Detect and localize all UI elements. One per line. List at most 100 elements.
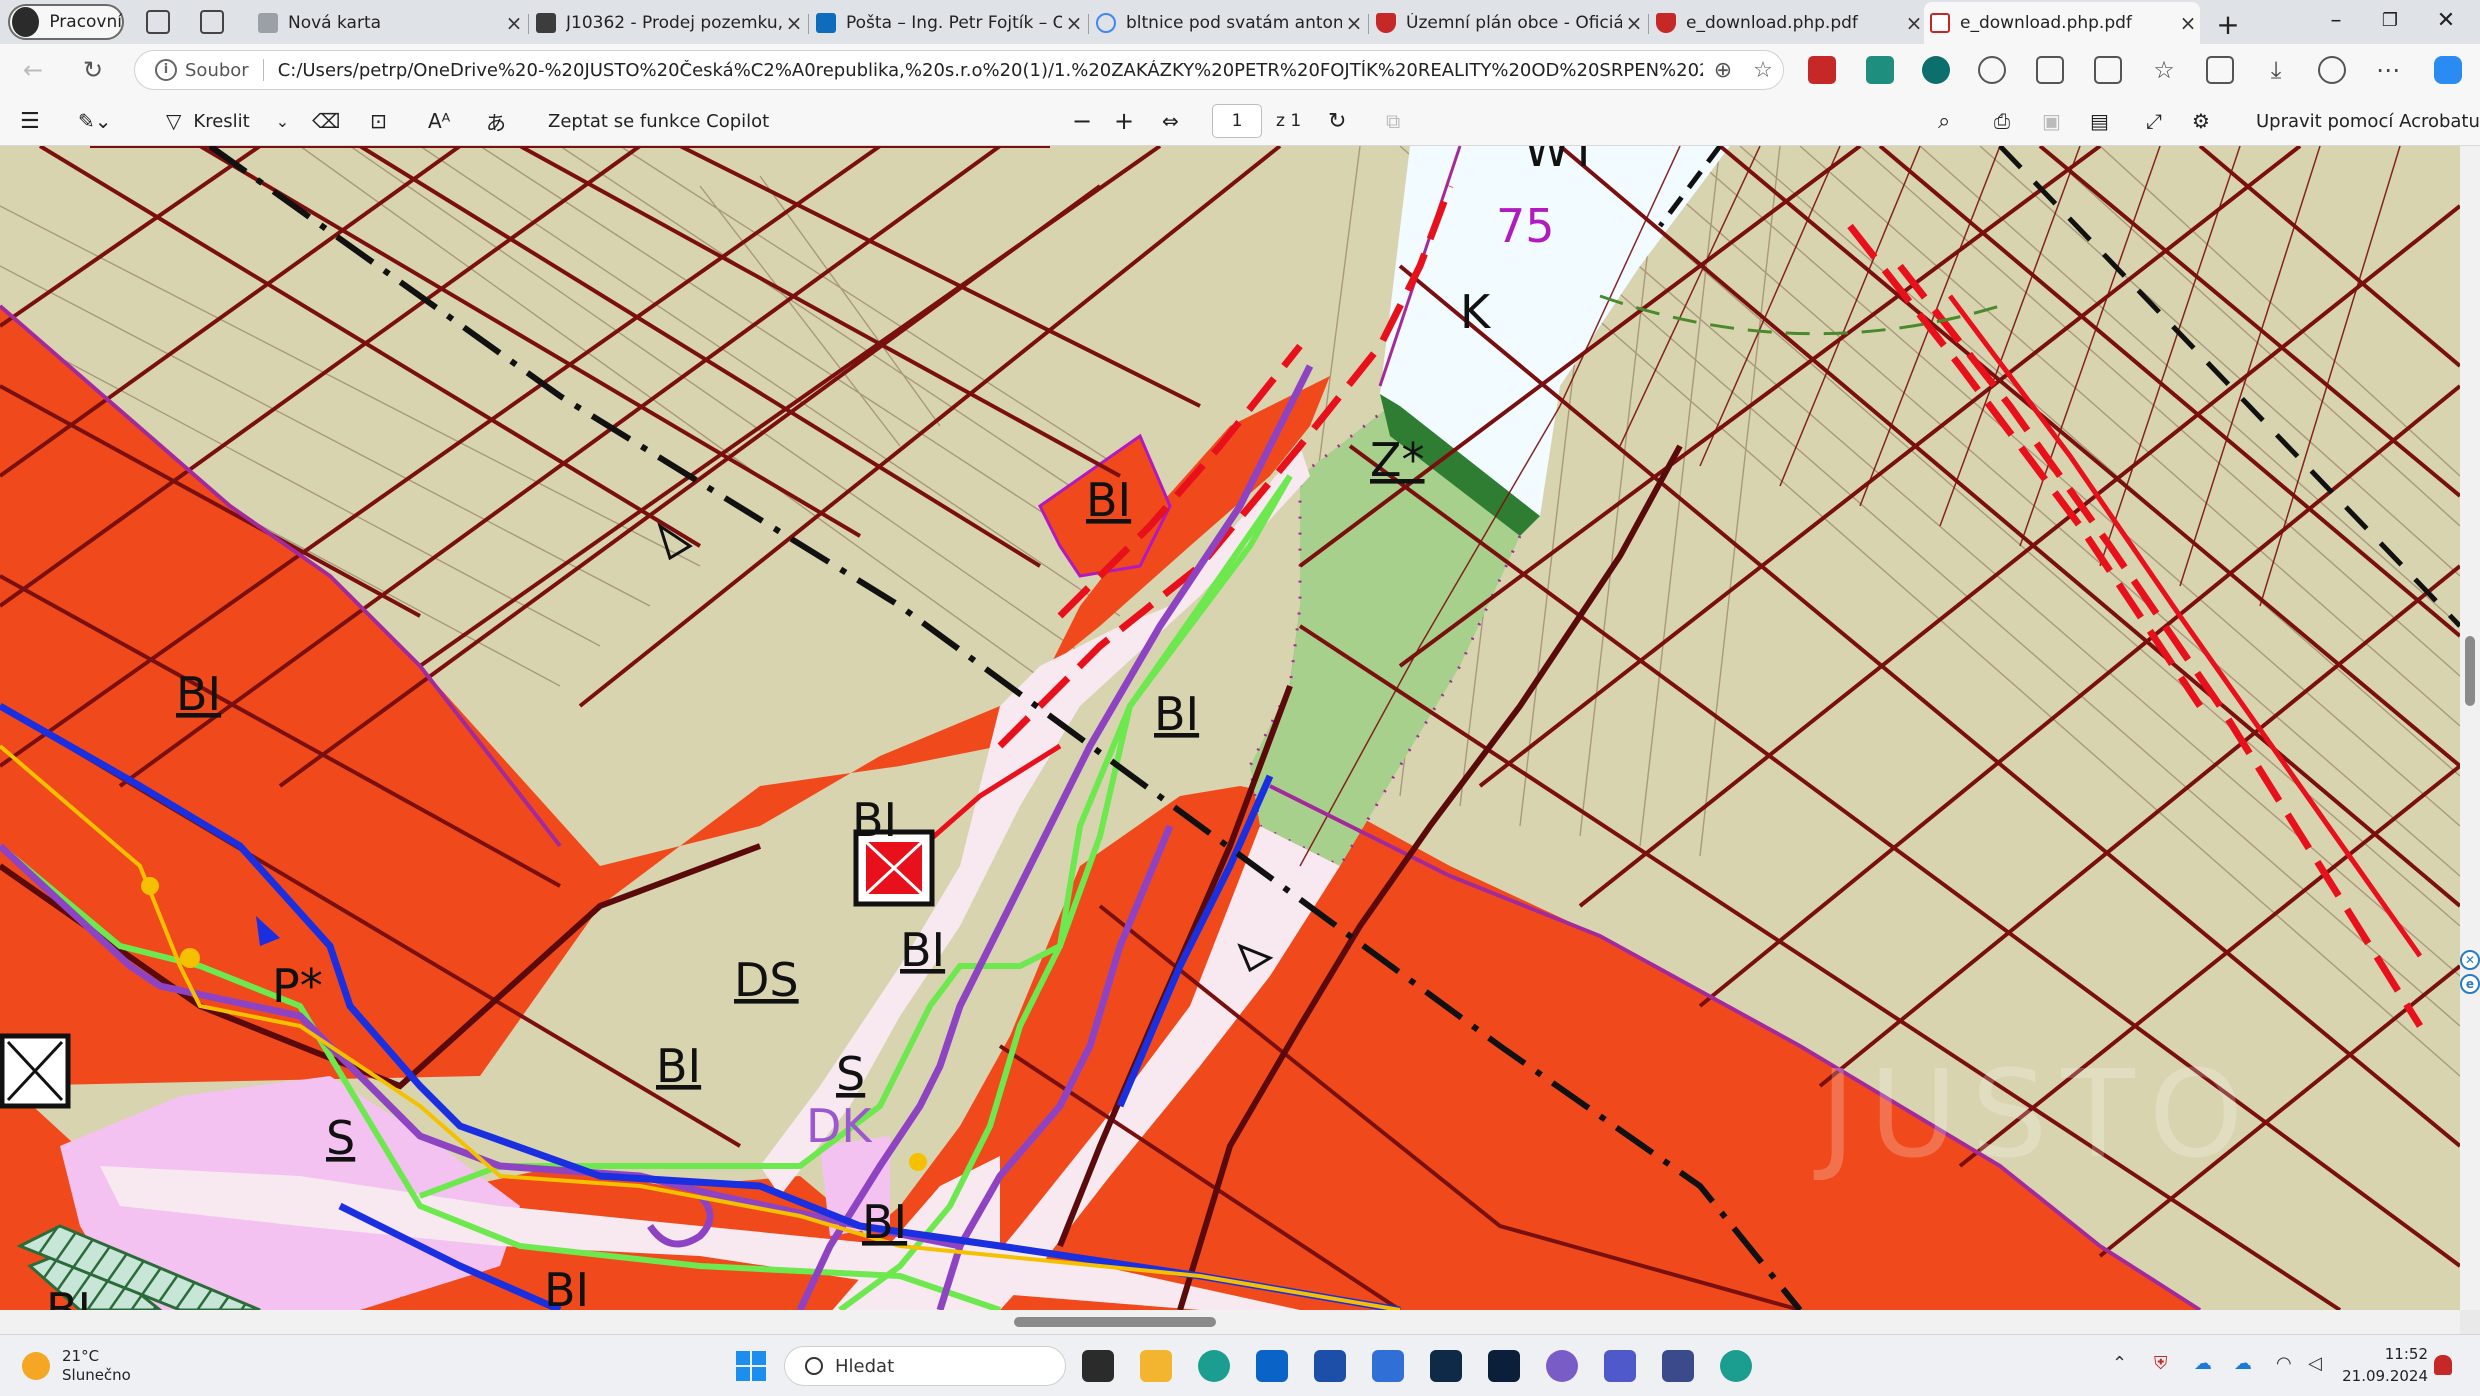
extension-icon[interactable] bbox=[1978, 56, 2006, 84]
scroll-thumb[interactable] bbox=[2465, 636, 2475, 706]
fit-page-icon[interactable]: ⇔ bbox=[1162, 108, 1179, 134]
zoom-in-button[interactable]: + bbox=[1114, 107, 1134, 135]
tab-title: J10362 - Prodej pozemku, 31 bbox=[566, 13, 782, 33]
window-close-button[interactable]: ✕ bbox=[2426, 8, 2466, 33]
pdf-map-view[interactable]: WT 75 K Z* BI BI BI BI BI P* DS BI S S D… bbox=[0, 146, 2460, 1310]
performance-icon[interactable] bbox=[2318, 56, 2346, 84]
favorites-icon[interactable]: ☆ bbox=[2150, 56, 2178, 84]
draw-icon: ▽ bbox=[166, 109, 182, 133]
print-icon[interactable]: ⎙ bbox=[1994, 108, 2010, 134]
copilot-app-icon[interactable] bbox=[1546, 1350, 1578, 1382]
vertical-scrollbar[interactable] bbox=[2460, 146, 2480, 1310]
close-icon[interactable]: × bbox=[782, 11, 806, 35]
draw-button[interactable]: ▽ Kreslit ⌄ bbox=[166, 108, 289, 134]
onedrive-icon[interactable]: ☁ bbox=[2234, 1353, 2252, 1374]
weather-widget[interactable]: 21°C Slunečno bbox=[22, 1347, 131, 1385]
read-aloud-icon[interactable]: Aᴬ bbox=[428, 108, 450, 134]
address-bar[interactable]: i Soubor C:/Users/petrp/OneDrive%20-%20J… bbox=[134, 50, 1784, 90]
search-icon[interactable]: ⌕ bbox=[1938, 108, 1950, 134]
volume-icon[interactable]: ◁ bbox=[2308, 1353, 2322, 1374]
tab-actions-icon[interactable] bbox=[200, 10, 224, 34]
page-total: z 1 bbox=[1276, 111, 1302, 131]
edge-icon[interactable] bbox=[1198, 1350, 1230, 1382]
text-box-icon[interactable]: ⊡ bbox=[370, 108, 387, 134]
extension-icon[interactable] bbox=[1922, 56, 1950, 84]
chevron-up-icon[interactable]: ⌃ bbox=[2112, 1353, 2127, 1374]
edge-sidebar-icon[interactable]: e bbox=[2460, 974, 2480, 994]
copilot-ask-button[interactable]: Zeptat se funkce Copilot bbox=[548, 108, 769, 134]
restore-button[interactable]: ❐ bbox=[2370, 10, 2410, 31]
save-as-icon[interactable]: ▤ bbox=[2090, 108, 2109, 134]
close-icon[interactable]: × bbox=[502, 11, 526, 35]
save-icon[interactable]: ▣ bbox=[2042, 108, 2061, 134]
fullscreen-icon[interactable]: ⤢ bbox=[2146, 108, 2162, 134]
contents-icon[interactable]: ☰ bbox=[20, 108, 40, 134]
file-explorer-icon[interactable] bbox=[1140, 1350, 1172, 1382]
profile-button[interactable]: Pracovní bbox=[8, 4, 124, 40]
download-icon[interactable]: ⤓ bbox=[2262, 56, 2290, 84]
tab-title: e_download.php.pdf bbox=[1686, 13, 1858, 33]
store-icon[interactable] bbox=[1372, 1350, 1404, 1382]
tab-uzemni-plan[interactable]: Územní plán obce - Oficiální × bbox=[1370, 4, 1646, 42]
tab-outlook[interactable]: Pošta – Ing. Petr Fojtík – Outl × bbox=[810, 4, 1086, 42]
extensions-puzzle-icon[interactable] bbox=[2036, 56, 2064, 84]
task-view-icon[interactable] bbox=[1082, 1350, 1114, 1382]
rotate-icon[interactable]: ↻ bbox=[1328, 108, 1346, 134]
url-text[interactable]: C:/Users/petrp/OneDrive%20-%20JUSTO%20Če… bbox=[278, 60, 1703, 81]
taskbar-search[interactable]: Hledat bbox=[784, 1346, 1066, 1386]
zone-label: BI bbox=[852, 793, 897, 847]
close-icon[interactable]: × bbox=[1622, 11, 1646, 35]
favorite-star-icon[interactable]: ☆ bbox=[1743, 58, 1783, 83]
translate-icon[interactable]: あ bbox=[486, 108, 506, 135]
tab-pdf-active[interactable]: e_download.php.pdf × bbox=[1924, 2, 2200, 44]
horizontal-scrollbar[interactable] bbox=[0, 1310, 2460, 1334]
eraser-icon[interactable]: ⌫ bbox=[312, 108, 340, 134]
date: 21.09.2024 bbox=[2342, 1367, 2428, 1385]
teams-icon[interactable] bbox=[1604, 1350, 1636, 1382]
close-icon[interactable]: × bbox=[1902, 11, 1926, 35]
reload-button[interactable]: ↻ bbox=[78, 56, 108, 84]
page-view-icon[interactable]: ⧉ bbox=[1386, 108, 1400, 134]
zoom-out-button[interactable]: − bbox=[1072, 107, 1092, 135]
more-menu-icon[interactable]: ⋯ bbox=[2374, 56, 2402, 84]
tab-new[interactable]: Nová karta × bbox=[252, 4, 526, 42]
workspaces-icon[interactable] bbox=[146, 10, 170, 34]
tab-listing[interactable]: J10362 - Prodej pozemku, 31 × bbox=[530, 4, 806, 42]
security-icon[interactable]: ⛨ bbox=[2154, 1353, 2168, 1374]
photoshop-icon[interactable] bbox=[1488, 1350, 1520, 1382]
close-icon[interactable]: × bbox=[1062, 11, 1086, 35]
zone-label: S bbox=[326, 1111, 355, 1165]
edit-acrobat-button[interactable]: Upravit pomocí Acrobatu bbox=[2256, 108, 2480, 134]
lightroom-icon[interactable] bbox=[1430, 1350, 1462, 1382]
close-side-icon[interactable]: ✕ bbox=[2460, 950, 2480, 970]
split-screen-icon[interactable] bbox=[2094, 56, 2122, 84]
page-number-input[interactable]: 1 bbox=[1212, 104, 1262, 138]
onedrive-icon[interactable]: ☁ bbox=[2194, 1353, 2212, 1374]
photos-icon[interactable] bbox=[1314, 1350, 1346, 1382]
collections-icon[interactable] bbox=[2206, 56, 2234, 84]
close-icon[interactable]: × bbox=[2176, 11, 2200, 35]
app-icon[interactable] bbox=[1662, 1350, 1694, 1382]
scroll-thumb[interactable] bbox=[1014, 1317, 1216, 1327]
zone-label: BI bbox=[46, 1283, 91, 1310]
outlook-icon[interactable] bbox=[1256, 1350, 1288, 1382]
windows-start-icon[interactable] bbox=[736, 1351, 766, 1381]
acrobat-extension-icon[interactable] bbox=[1808, 56, 1836, 84]
info-icon[interactable]: i bbox=[155, 59, 177, 81]
back-button[interactable]: ← bbox=[18, 56, 48, 84]
clock[interactable]: 11:52 21.09.2024 bbox=[2342, 1343, 2428, 1387]
minimize-button[interactable]: – bbox=[2316, 8, 2356, 33]
edge-active-icon[interactable] bbox=[1720, 1350, 1752, 1382]
wifi-icon[interactable]: ◠ bbox=[2276, 1353, 2292, 1374]
new-tab-button[interactable]: + bbox=[2208, 8, 2248, 41]
tab-pdf-1[interactable]: e_download.php.pdf × bbox=[1650, 4, 1926, 42]
close-icon[interactable]: × bbox=[1342, 11, 1366, 35]
zoom-icon[interactable]: ⊕ bbox=[1703, 58, 1743, 83]
notification-bell-icon[interactable] bbox=[2434, 1355, 2452, 1375]
copilot-icon[interactable] bbox=[2434, 56, 2462, 84]
tab-search[interactable]: bltnice pod svatám antonínk × bbox=[1090, 4, 1366, 42]
url-prefix: Soubor bbox=[185, 59, 249, 81]
extension-icon[interactable] bbox=[1866, 56, 1894, 84]
settings-gear-icon[interactable]: ⚙ bbox=[2192, 108, 2210, 134]
highlight-icon[interactable]: ✎⌄ bbox=[78, 108, 112, 134]
